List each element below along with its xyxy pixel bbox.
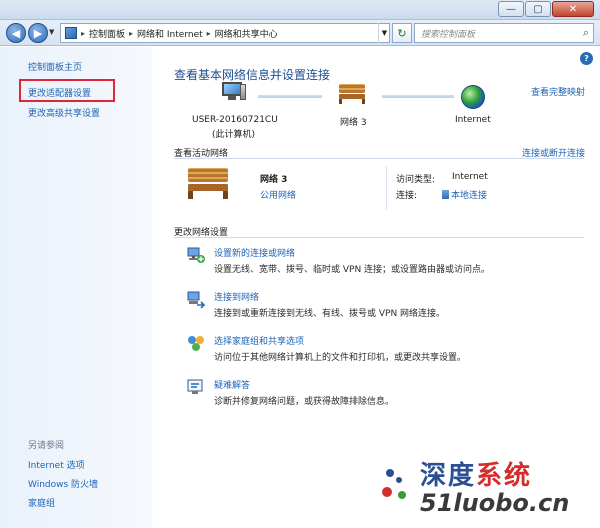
see-also-homegroup[interactable]: 家庭组 — [28, 496, 55, 509]
breadcrumb-separator: ▸ — [206, 28, 211, 38]
see-also-heading: 另请参阅 — [28, 441, 65, 451]
active-network-bench-icon[interactable] — [188, 168, 228, 199]
close-button[interactable]: ✕ — [552, 1, 594, 17]
window-title-bar: — ▢ ✕ — [0, 0, 600, 20]
recent-pages-dropdown[interactable]: ▼ — [49, 28, 54, 36]
maximize-button[interactable]: ▢ — [525, 1, 551, 17]
map-connector-line — [258, 95, 322, 98]
active-network-name: 网络 3 — [260, 175, 288, 185]
access-type-value: Internet — [452, 172, 488, 182]
search-icon[interactable]: ⌕ — [583, 26, 589, 40]
local-connection-label[interactable]: 本地连接 — [451, 191, 487, 201]
section-divider — [174, 158, 584, 159]
section-divider — [174, 237, 584, 238]
map-connector-line — [382, 95, 454, 98]
watermark-logo-icon — [380, 463, 420, 513]
setup-new-connection-link[interactable]: 设置新的连接或网络 — [214, 246, 295, 259]
address-field[interactable]: ▸ 控制面板 ▸ 网络和 Internet ▸ 网络和共享中心 — [60, 23, 390, 43]
troubleshoot-link[interactable]: 疑难解答 — [214, 378, 250, 391]
view-full-map-link[interactable]: 查看完整映射 — [531, 85, 585, 98]
sidebar-item-advanced-sharing-settings[interactable]: 更改高级共享设置 — [28, 106, 100, 119]
search-placeholder: 搜索控制面板 — [421, 29, 476, 40]
breadcrumb-separator: ▸ — [81, 28, 86, 38]
watermark-title: 深度系统 — [420, 461, 533, 491]
local-connection-link[interactable]: 本地连接 — [442, 188, 487, 201]
sidebar — [0, 47, 152, 528]
watermark-url: 51luobo.cn — [420, 489, 570, 517]
network-node-label: 网络 3 — [340, 118, 367, 128]
back-button[interactable]: ◀ — [6, 23, 26, 43]
internet-node-label: Internet — [455, 115, 491, 125]
watermark: 深度系统 51luobo.cn — [380, 455, 600, 528]
troubleshoot-desc: 诊断并修复网络问题，或获得故障排除信息。 — [214, 397, 395, 407]
connect-to-network-desc: 连接到或重新连接到无线、有线、拨号或 VPN 网络连接。 — [214, 309, 446, 319]
refresh-button[interactable]: ↻ — [392, 23, 412, 43]
address-history-dropdown[interactable]: ▼ — [378, 23, 390, 43]
breadcrumb-separator: ▸ — [129, 28, 134, 38]
highlight-annotation-box — [19, 79, 115, 102]
computer-icon[interactable] — [222, 82, 246, 100]
breadcrumb-control-panel[interactable]: 控制面板 — [89, 27, 125, 40]
minimize-button[interactable]: — — [498, 1, 524, 17]
troubleshoot-icon — [187, 379, 203, 394]
breadcrumb-network-internet[interactable]: 网络和 Internet — [137, 27, 203, 40]
network-bench-icon[interactable] — [339, 84, 365, 105]
page-title: 查看基本网络信息并设置连接 — [174, 68, 331, 82]
see-also-windows-firewall[interactable]: Windows 防火墙 — [28, 477, 98, 490]
connect-to-network-link[interactable]: 连接到网络 — [214, 290, 259, 303]
homegroup-icon — [188, 336, 204, 351]
address-toolbar: ◀ ▶ ▼ ▸ 控制面板 ▸ 网络和 Internet ▸ 网络和共享中心 ▼ … — [0, 20, 600, 46]
lan-icon — [442, 190, 449, 199]
setup-new-connection-desc: 设置无线、宽带、拨号、临时或 VPN 连接；或设置路由器或访问点。 — [214, 265, 491, 275]
forward-button[interactable]: ▶ — [28, 23, 48, 43]
computer-name-label: USER-20160721CU — [192, 115, 278, 125]
control-panel-icon — [65, 27, 77, 39]
connect-network-icon — [187, 291, 206, 309]
homegroup-sharing-desc: 访问位于其他网络计算机上的文件和打印机，或更改共享设置。 — [214, 353, 467, 363]
sidebar-item-control-panel-home[interactable]: 控制面板主页 — [28, 60, 82, 73]
see-also-internet-options[interactable]: Internet 选项 — [28, 458, 85, 471]
network-type-link[interactable]: 公用网络 — [260, 188, 296, 201]
breadcrumb-network-sharing-center[interactable]: 网络和共享中心 — [215, 27, 278, 40]
vertical-divider — [386, 166, 387, 210]
help-icon[interactable]: ? — [580, 52, 593, 65]
connection-label: 连接: — [396, 191, 418, 201]
search-input[interactable]: 搜索控制面板 ⌕ — [414, 23, 594, 43]
new-connection-icon — [187, 247, 205, 263]
internet-globe-icon[interactable] — [461, 85, 485, 109]
access-type-label: 访问类型: — [396, 175, 436, 185]
homegroup-sharing-link[interactable]: 选择家庭组和共享选项 — [214, 334, 304, 347]
computer-sub-label: (此计算机) — [212, 130, 256, 140]
